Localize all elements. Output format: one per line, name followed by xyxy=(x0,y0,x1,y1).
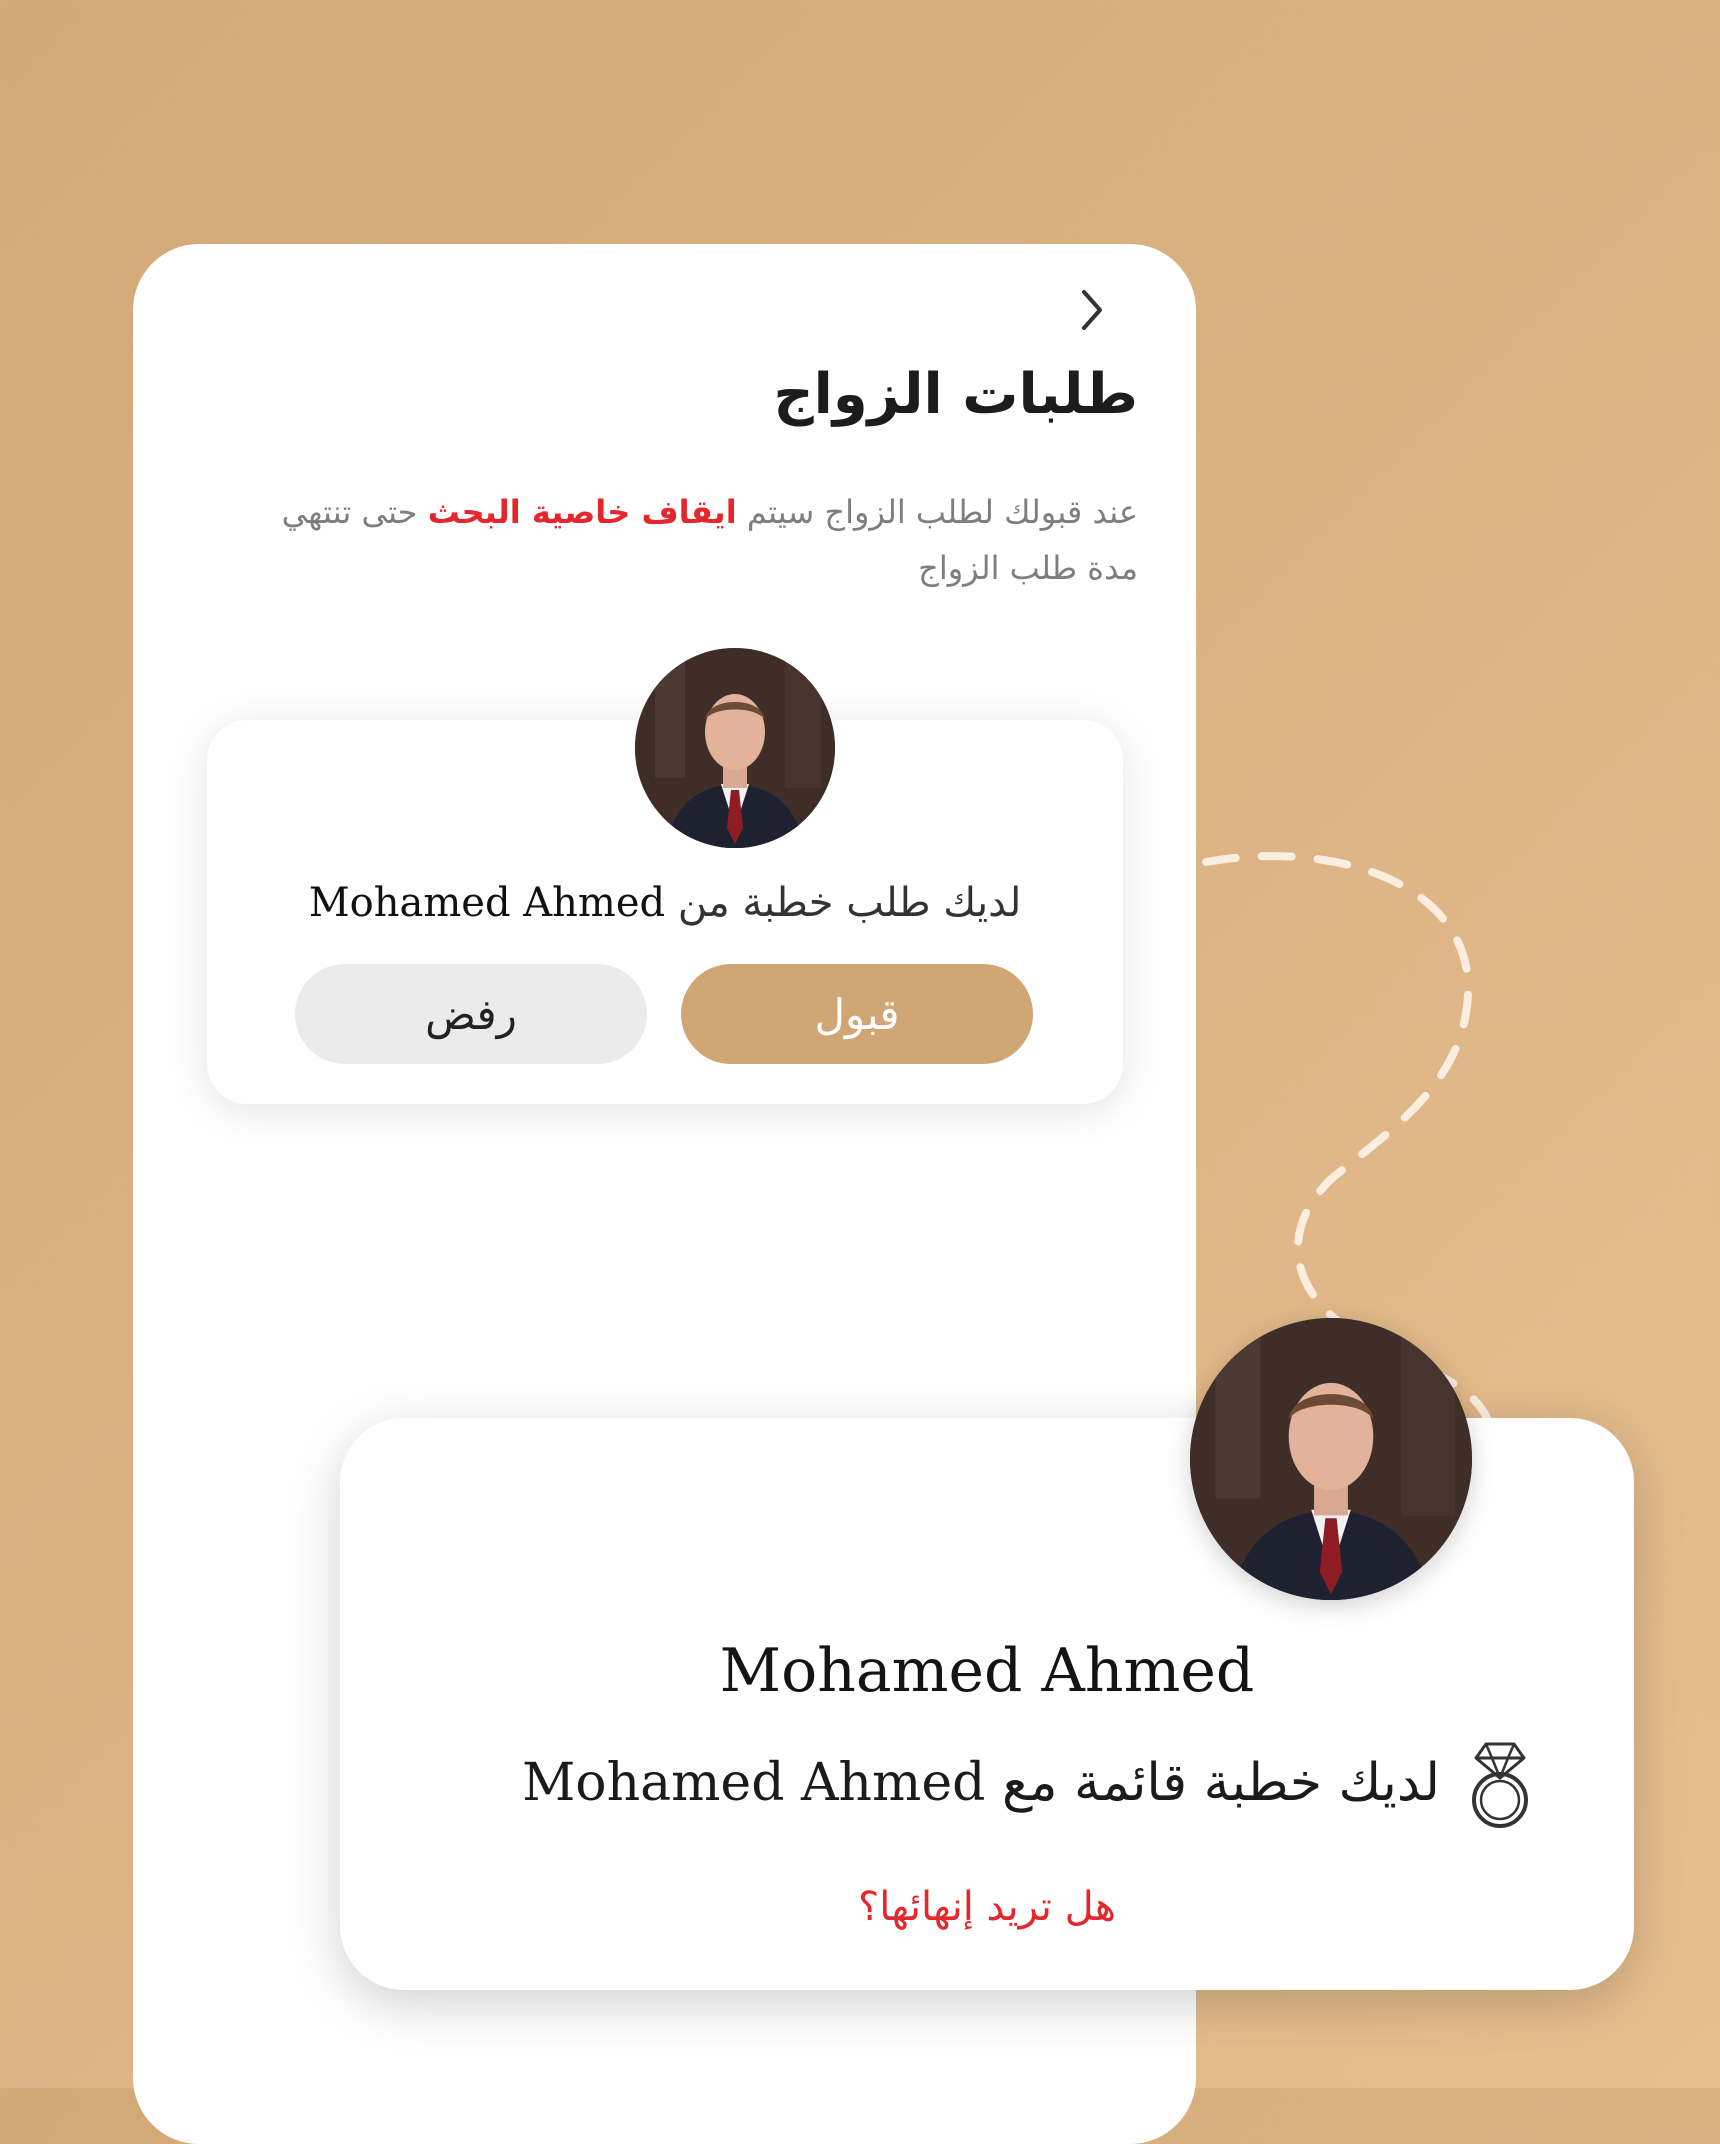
engagement-card: Mohamed Ahmed لديك خطبة قائمة مع Mohamed… xyxy=(340,1318,1634,1990)
request-message: لديك طلب خطبة من Mohamed Ahmed xyxy=(207,880,1123,926)
back-button[interactable] xyxy=(1063,282,1119,338)
end-engagement-link[interactable]: هل تريد إنهائها؟ xyxy=(340,1884,1634,1930)
notice-text-start: عند قبولك لطلب الزواج سيتم xyxy=(736,493,1138,531)
accept-button[interactable]: قبول xyxy=(681,964,1033,1064)
notice-highlight: ايقاف خاصية البحث xyxy=(427,493,737,531)
engagement-status-prefix: لديك خطبة قائمة مع xyxy=(1001,1753,1440,1813)
request-message-prefix: لديك طلب خطبة من xyxy=(677,880,1022,926)
requester-name: Mohamed Ahmed xyxy=(308,880,666,926)
page-title: طلبات الزواج xyxy=(773,362,1138,427)
reject-button[interactable]: رفض xyxy=(295,964,647,1064)
engagement-partner-name: Mohamed Ahmed xyxy=(522,1753,986,1813)
diamond-ring-icon xyxy=(1472,1742,1528,1828)
engagement-status-text: لديك خطبة قائمة مع Mohamed Ahmed xyxy=(522,1753,1440,1813)
fiance-avatar xyxy=(1190,1318,1472,1600)
marriage-request-card: لديك طلب خطبة من Mohamed Ahmed قبول رفض xyxy=(207,648,1123,1104)
engagement-status: لديك خطبة قائمة مع Mohamed Ahmed xyxy=(522,1738,1536,1828)
fiance-name: Mohamed Ahmed xyxy=(719,1636,1255,1706)
search-pause-notice: عند قبولك لطلب الزواج سيتم ايقاف خاصية ا… xyxy=(258,484,1138,596)
requester-avatar xyxy=(635,648,835,848)
chevron-right-icon xyxy=(1082,290,1102,330)
